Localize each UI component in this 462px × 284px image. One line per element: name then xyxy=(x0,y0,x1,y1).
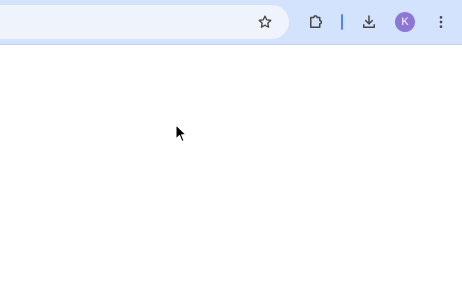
browser-toolbar: K xyxy=(0,0,462,45)
download-icon xyxy=(363,15,375,28)
address-input[interactable] xyxy=(0,5,224,41)
profile-initial: K xyxy=(401,16,409,28)
mouse-pointer-icon xyxy=(175,124,187,142)
profile-avatar-button[interactable]: K xyxy=(395,12,415,32)
bookmark-star-button[interactable] xyxy=(251,8,279,36)
toolbar-divider xyxy=(341,14,343,30)
page-content xyxy=(0,45,462,284)
extensions-button[interactable] xyxy=(302,8,330,36)
star-outline-icon xyxy=(258,15,272,28)
downloads-button[interactable] xyxy=(355,8,383,36)
browser-menu-button[interactable] xyxy=(427,8,455,36)
kebab-menu-icon xyxy=(439,16,443,28)
address-bar[interactable] xyxy=(0,5,289,41)
puzzle-piece-icon xyxy=(310,15,323,28)
